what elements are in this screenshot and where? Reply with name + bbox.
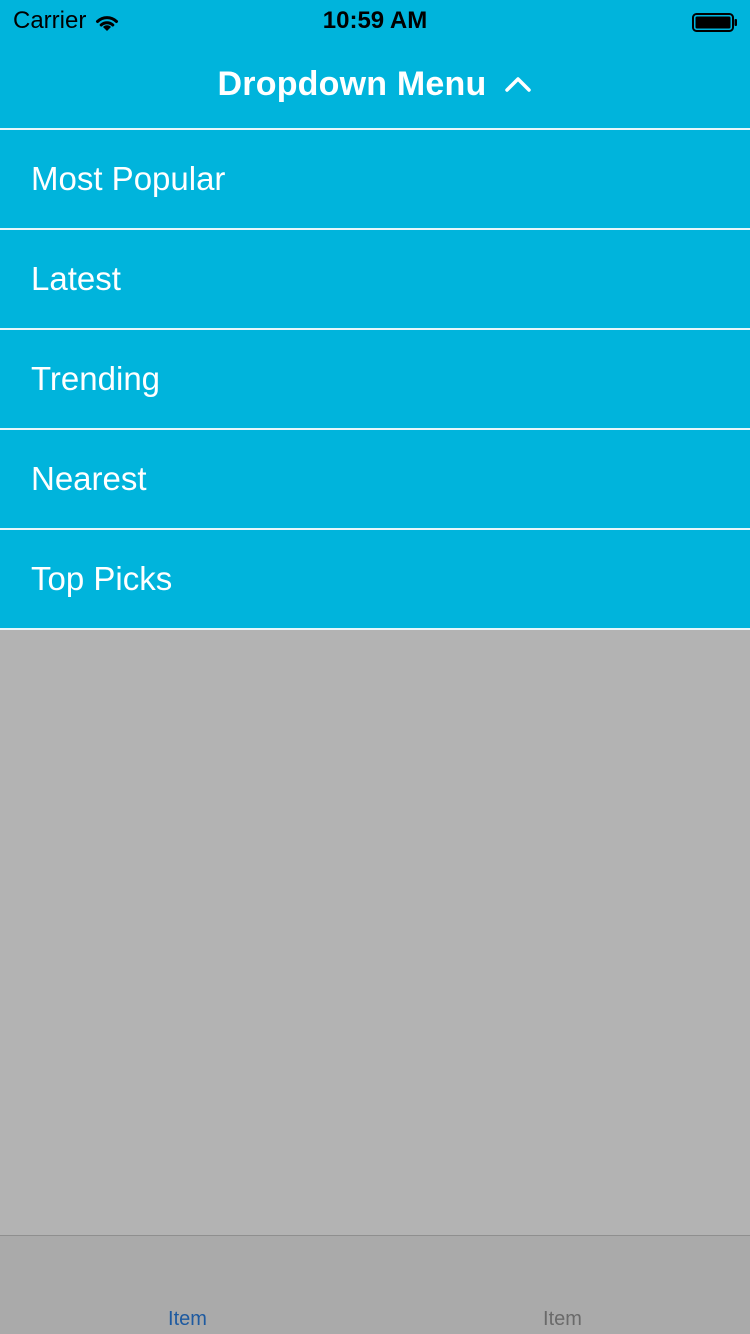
dropdown-menu: Most Popular Latest Trending Nearest Top…	[0, 128, 750, 630]
menu-item-label: Nearest	[31, 460, 147, 497]
status-bar: Carrier 10:59 AM	[0, 0, 750, 40]
status-time: 10:59 AM	[322, 7, 428, 34]
tab-bar: Item Item	[0, 1235, 750, 1334]
menu-item-trending[interactable]: Trending	[0, 328, 750, 428]
menu-item-label: Trending	[31, 360, 161, 397]
tab-item-2[interactable]: Item	[375, 1308, 750, 1331]
battery-icon	[692, 11, 738, 32]
chevron-up-icon	[504, 75, 532, 93]
dropdown-toggle[interactable]: Dropdown Menu	[0, 40, 750, 128]
menu-item-top-picks[interactable]: Top Picks	[0, 528, 750, 630]
menu-item-nearest[interactable]: Nearest	[0, 428, 750, 528]
menu-item-label: Most Popular	[31, 160, 226, 197]
tab-item-1[interactable]: Item	[0, 1308, 375, 1331]
header: Carrier 10:59 AM Dropdown Menu	[0, 0, 750, 128]
menu-item-latest[interactable]: Latest	[0, 228, 750, 328]
page-title: Dropdown Menu	[217, 64, 487, 103]
menu-item-label: Latest	[31, 260, 121, 297]
menu-item-label: Top Picks	[31, 560, 173, 597]
menu-item-most-popular[interactable]: Most Popular	[0, 128, 750, 228]
